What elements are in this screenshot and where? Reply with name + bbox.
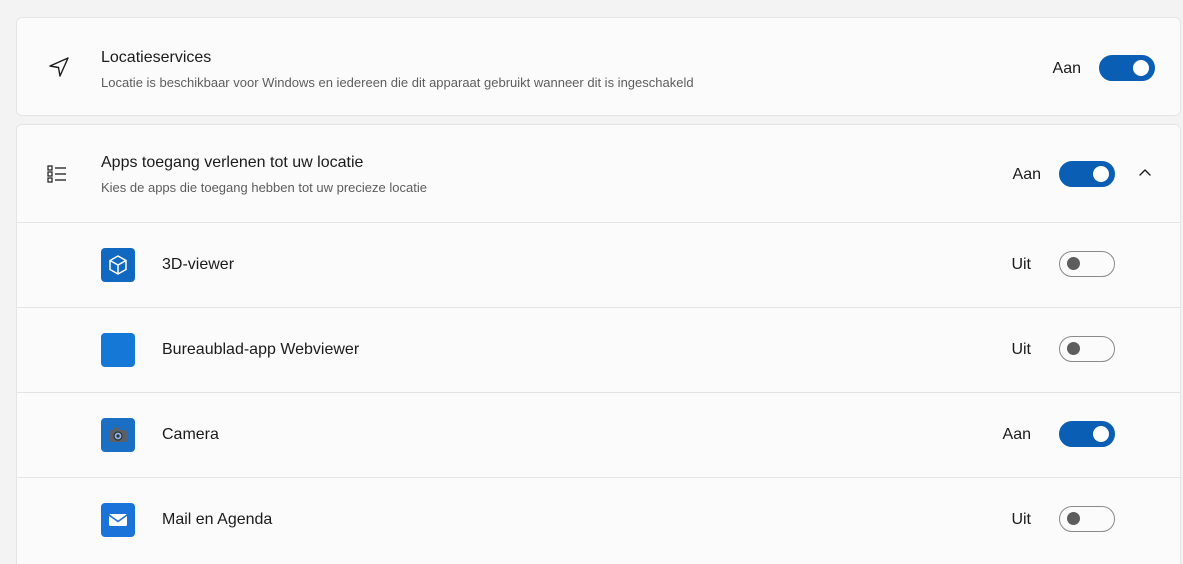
location-services-state: Aan: [1052, 60, 1081, 77]
app-access-subtitle: Kies de apps die toegang hebben tot uw p…: [101, 180, 427, 195]
toggle-knob: [1067, 257, 1080, 270]
toggle-knob: [1067, 512, 1080, 525]
bulleted-list-icon: [43, 160, 71, 188]
toggle-knob: [1093, 166, 1109, 182]
toggle-knob: [1067, 342, 1080, 355]
location-services-title: Locatieservices: [101, 49, 212, 66]
chevron-up-icon[interactable]: [1135, 163, 1155, 183]
app-toggle-mail[interactable]: [1059, 506, 1115, 532]
navigation-arrow-icon: [45, 53, 73, 81]
app-toggle-camera[interactable]: [1059, 421, 1115, 447]
app-name: Bureaublad-app Webviewer: [162, 341, 360, 358]
3d-cube-icon: [101, 248, 135, 282]
app-toggle-3d-viewer[interactable]: [1059, 251, 1115, 277]
blue-square-icon: [101, 333, 135, 367]
app-row-3d-viewer: 3D-viewer Uit: [17, 222, 1180, 306]
app-access-header-row[interactable]: Apps toegang verlenen tot uw locatie Kie…: [17, 125, 1180, 222]
app-name: Camera: [162, 426, 219, 443]
app-row-camera: Camera Aan: [17, 392, 1180, 476]
app-row-mail: Mail en Agenda Uit: [17, 477, 1180, 561]
location-services-toggle[interactable]: [1099, 55, 1155, 81]
app-state: Uit: [1011, 511, 1031, 528]
app-row-webviewer: Bureaublad-app Webviewer Uit: [17, 307, 1180, 391]
location-services-card: Locatieservices Locatie is beschikbaar v…: [16, 17, 1181, 116]
app-access-card: Apps toegang verlenen tot uw locatie Kie…: [16, 124, 1181, 564]
location-services-row: Locatieservices Locatie is beschikbaar v…: [17, 18, 1180, 115]
camera-icon: [101, 418, 135, 452]
app-state: Uit: [1011, 256, 1031, 273]
location-services-subtitle: Locatie is beschikbaar voor Windows en i…: [101, 75, 694, 90]
toggle-knob: [1133, 60, 1149, 76]
toggle-knob: [1093, 426, 1109, 442]
app-toggle-webviewer[interactable]: [1059, 336, 1115, 362]
app-name: Mail en Agenda: [162, 511, 273, 528]
app-access-state: Aan: [1012, 166, 1041, 183]
app-access-title: Apps toegang verlenen tot uw locatie: [101, 154, 364, 171]
mail-icon: [101, 503, 135, 537]
app-access-toggle[interactable]: [1059, 161, 1115, 187]
app-state: Aan: [1002, 426, 1031, 443]
app-state: Uit: [1011, 341, 1031, 358]
app-name: 3D-viewer: [162, 256, 235, 273]
